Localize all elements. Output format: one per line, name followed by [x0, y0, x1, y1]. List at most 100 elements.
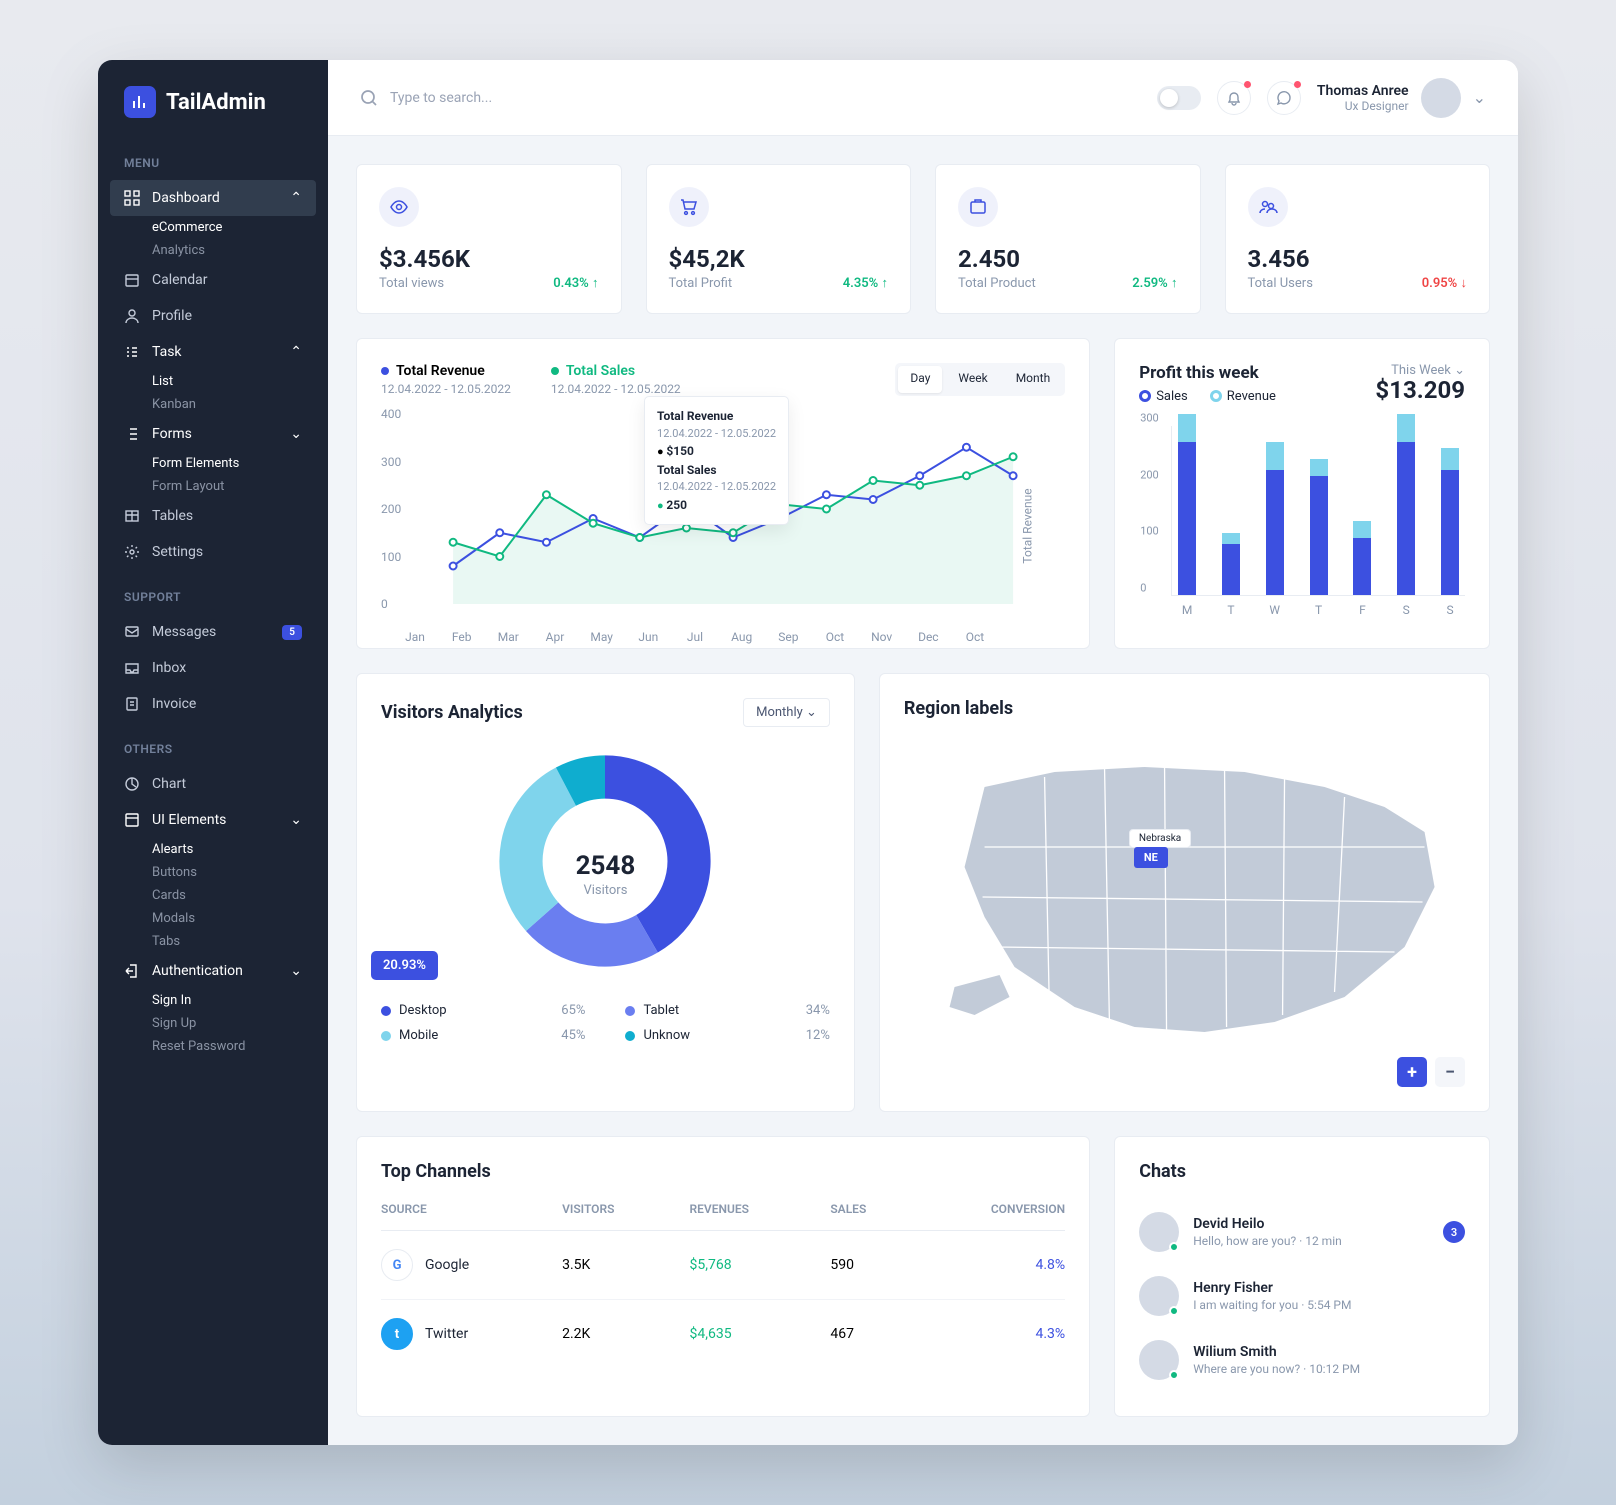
chevron-down-icon: ⌄	[290, 426, 302, 442]
map-zoom-in[interactable]: +	[1397, 1057, 1427, 1087]
nav-sub-modals[interactable]: Modals	[98, 907, 328, 930]
chat-item[interactable]: Henry FisherI am waiting for you · 5:54 …	[1139, 1264, 1465, 1328]
nav-settings[interactable]: Settings	[98, 534, 328, 570]
search	[360, 89, 650, 107]
nav-sub-cards[interactable]: Cards	[98, 884, 328, 907]
nav-sub-buttons[interactable]: Buttons	[98, 861, 328, 884]
legend-item: Unknow12%	[625, 1028, 829, 1043]
nav-dashboard[interactable]: Dashboard ⌃	[110, 180, 316, 216]
messages-badge: 5	[282, 625, 302, 640]
table-header: SOURCEVISITORSREVENUESSALESCONVERSION	[381, 1202, 1065, 1231]
main: Thomas Anree Ux Designer ⌄ $3.456KTotal …	[328, 60, 1518, 1445]
bar: S	[1439, 448, 1461, 595]
bar: T	[1220, 533, 1242, 595]
nav-sub-analytics[interactable]: Analytics	[98, 239, 328, 262]
search-input[interactable]	[390, 90, 650, 106]
line-chart: Total Revenue Total Revenue12.04.2022 - …	[415, 414, 1051, 624]
nav-profile[interactable]: Profile	[98, 298, 328, 334]
chevron-up-icon: ⌃	[290, 344, 302, 360]
revenue-chart-card: Total Revenue12.04.2022 - 12.05.2022 Tot…	[356, 338, 1090, 649]
kpi-row: $3.456KTotal views0.43% ↑$45,2KTotal Pro…	[356, 164, 1490, 314]
kpi-icon	[1248, 187, 1288, 227]
legend-item: Desktop65%	[381, 1003, 585, 1018]
chats-card: Chats Devid HeiloHello, how are you? · 1…	[1114, 1136, 1490, 1417]
kpi-card: $45,2KTotal Profit4.35% ↑	[646, 164, 912, 314]
theme-toggle[interactable]	[1157, 86, 1201, 110]
visitors-dropdown[interactable]: Monthly ⌄	[743, 698, 830, 727]
chat-item[interactable]: Devid HeiloHello, how are you? · 12 min3	[1139, 1200, 1465, 1264]
logo-icon	[124, 86, 156, 118]
sidebar: TailAdmin MENU Dashboard ⌃ eCommerce Ana…	[98, 60, 328, 1445]
nav-tables[interactable]: Tables	[98, 498, 328, 534]
nav-inbox[interactable]: Inbox	[98, 650, 328, 686]
brand-name: TailAdmin	[166, 90, 266, 115]
nav-calendar[interactable]: Calendar	[98, 262, 328, 298]
chat-item[interactable]: Wilium SmithWhere are you now? · 10:12 P…	[1139, 1328, 1465, 1392]
notification-dot	[1294, 81, 1301, 88]
profit-chart-card: Profit this weekThis Week ⌄ Sales Revenu…	[1114, 338, 1490, 649]
nav-sub-formelements[interactable]: Form Elements	[98, 452, 328, 475]
content: $3.456KTotal views0.43% ↑$45,2KTotal Pro…	[328, 136, 1518, 1445]
nav-sub-resetpw[interactable]: Reset Password	[98, 1035, 328, 1058]
nav-sub-formlayout[interactable]: Form Layout	[98, 475, 328, 498]
nav-messages[interactable]: Messages5	[98, 614, 328, 650]
nav-sub-signin[interactable]: Sign In	[98, 989, 328, 1012]
nav-invoice[interactable]: Invoice	[98, 686, 328, 722]
logo[interactable]: TailAdmin	[98, 86, 328, 136]
donut-highlight: 20.93%	[371, 951, 438, 980]
visitors-card: Visitors AnalyticsMonthly ⌄ 2548Visitors…	[356, 673, 855, 1112]
chevron-up-icon: ⌃	[290, 190, 302, 206]
bar-chart: 0100200300MTWTFSS	[1171, 426, 1465, 596]
nav-task[interactable]: Task⌃	[98, 334, 328, 370]
chart-tooltip: Total Revenue12.04.2022 - 12.05.2022● $1…	[644, 396, 789, 525]
nav-auth[interactable]: Authentication⌄	[98, 953, 328, 989]
map-state-label: Nebraska	[1129, 829, 1191, 848]
table-row[interactable]: GGoogle3.5K$5,7685904.8%	[381, 1231, 1065, 1300]
kpi-icon	[958, 187, 998, 227]
legend-item: Mobile45%	[381, 1028, 585, 1043]
range-month[interactable]: Month	[1004, 366, 1062, 393]
notifications-button[interactable]	[1217, 81, 1251, 115]
bar: W	[1264, 442, 1286, 595]
bell-icon	[1226, 90, 1242, 106]
messages-button[interactable]	[1267, 81, 1301, 115]
chevron-down-icon: ⌄	[1473, 88, 1486, 107]
map-card: Region labels Nebraska NE +	[879, 673, 1490, 1112]
legend-item: Tablet34%	[625, 1003, 829, 1018]
avatar	[1139, 1276, 1179, 1316]
chat-icon	[1276, 90, 1292, 106]
bar: S	[1395, 414, 1417, 595]
range-week[interactable]: Week	[946, 366, 999, 393]
nav-forms[interactable]: Forms⌄	[98, 416, 328, 452]
nav-sub-ecommerce[interactable]: eCommerce	[98, 216, 328, 239]
usa-map[interactable]: Nebraska NE	[904, 737, 1465, 1047]
top-channels-card: Top Channels SOURCEVISITORSREVENUESSALES…	[356, 1136, 1090, 1417]
chevron-down-icon: ⌄	[290, 812, 302, 828]
bar: T	[1308, 459, 1330, 595]
nav-sub-list[interactable]: List	[98, 370, 328, 393]
topbar: Thomas Anree Ux Designer ⌄	[328, 60, 1518, 136]
map-state-highlight: NE	[1134, 847, 1168, 868]
nav-chart[interactable]: Chart	[98, 766, 328, 802]
avatar	[1139, 1212, 1179, 1252]
section-menu: MENU	[98, 136, 328, 180]
avatar	[1421, 78, 1461, 118]
user-menu[interactable]: Thomas Anree Ux Designer ⌄	[1317, 78, 1486, 118]
search-icon	[360, 89, 378, 107]
range-day[interactable]: Day	[898, 366, 942, 393]
kpi-icon	[669, 187, 709, 227]
nav-sub-signup[interactable]: Sign Up	[98, 1012, 328, 1035]
kpi-icon	[379, 187, 419, 227]
user-role: Ux Designer	[1317, 99, 1409, 113]
notification-dot	[1244, 81, 1251, 88]
app-root: TailAdmin MENU Dashboard ⌃ eCommerce Ana…	[98, 60, 1518, 1445]
nav-uielements[interactable]: UI Elements⌄	[98, 802, 328, 838]
nav-sub-alerts[interactable]: Alearts	[98, 838, 328, 861]
map-zoom-out[interactable]: −	[1435, 1057, 1465, 1087]
user-name: Thomas Anree	[1317, 83, 1409, 99]
donut-legend: Desktop65% Tablet34% Mobile45% Unknow12%	[381, 1003, 830, 1043]
nav-sub-kanban[interactable]: Kanban	[98, 393, 328, 416]
table-row[interactable]: tTwitter2.2K$4,6354674.3%	[381, 1300, 1065, 1368]
bar: M	[1176, 414, 1198, 595]
nav-sub-tabs[interactable]: Tabs	[98, 930, 328, 953]
